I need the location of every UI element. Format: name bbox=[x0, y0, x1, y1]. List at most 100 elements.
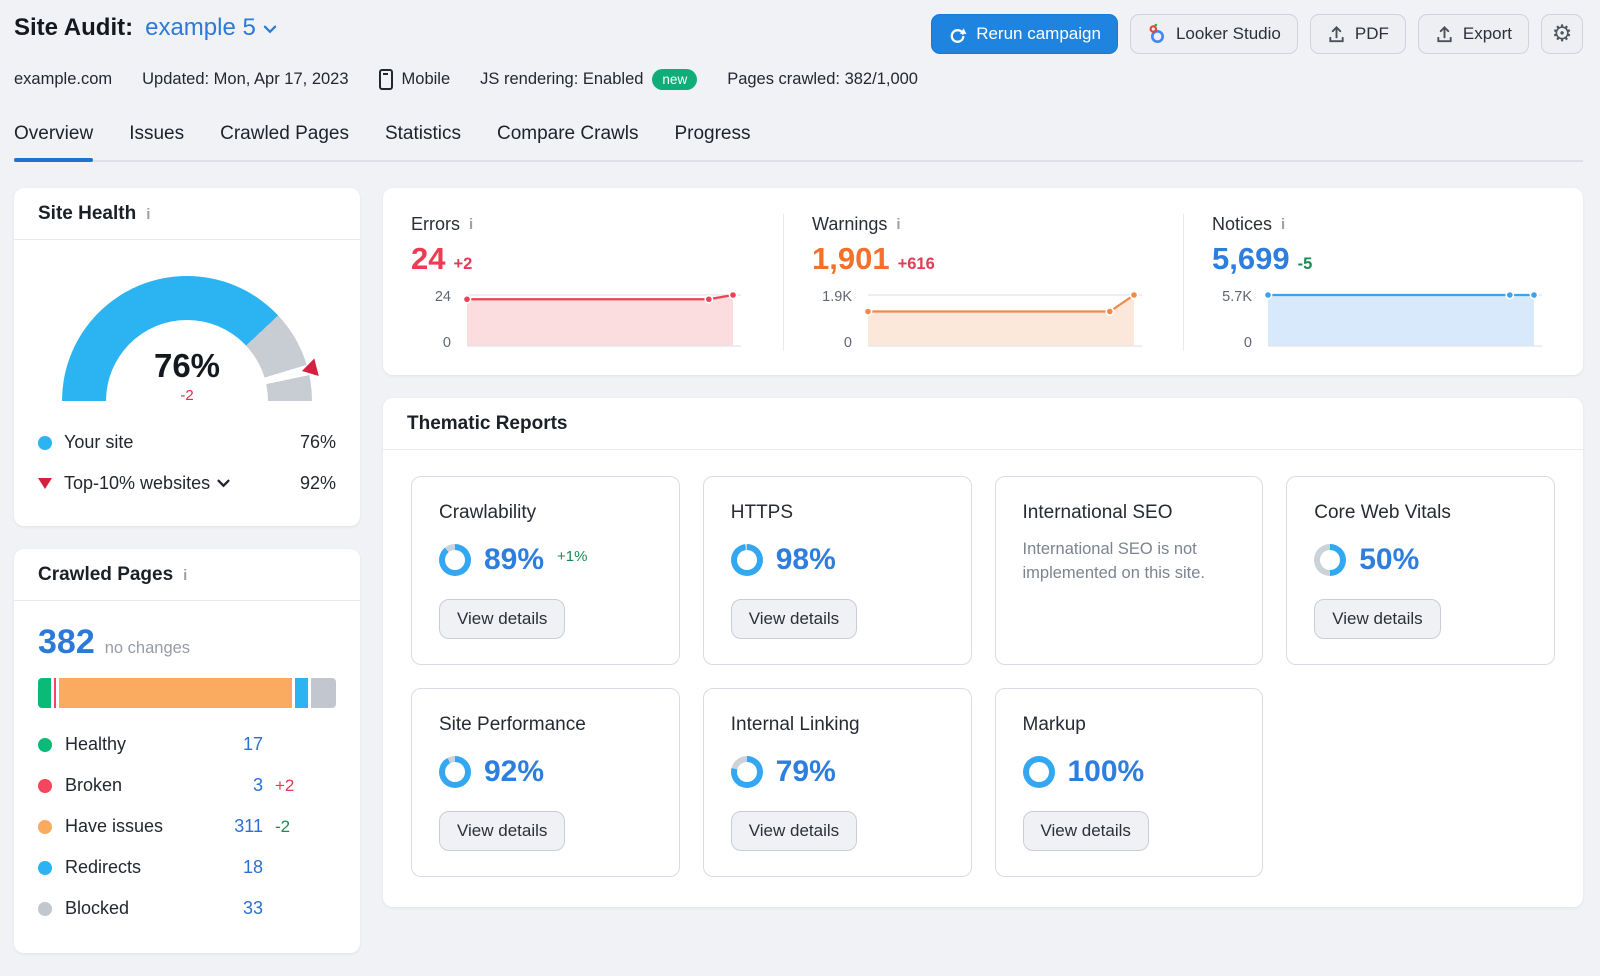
tab-bar: Overview Issues Crawled Pages Statistics… bbox=[14, 117, 1583, 162]
warnings-ymax-label: 1.9K bbox=[822, 289, 852, 305]
notices-title-row: Notices i bbox=[1212, 214, 1555, 235]
project-selector[interactable]: example 5 bbox=[145, 14, 277, 42]
thematic-reports-header: Thematic Reports bbox=[383, 398, 1583, 450]
warnings-title-row: Warnings i bbox=[812, 214, 1155, 235]
green-dot-icon bbox=[38, 737, 52, 752]
site-health-title: Site Health bbox=[38, 203, 137, 224]
https-card: HTTPS 98% View details bbox=[702, 476, 972, 665]
top10-dropdown[interactable]: Top-10% websites bbox=[64, 473, 230, 494]
new-badge: new bbox=[652, 69, 698, 90]
broken-count-link[interactable]: 3 bbox=[213, 775, 263, 796]
site-performance-card: Site Performance 92% View details bbox=[411, 688, 680, 877]
site-health-body: 76% -2 Your site 76% Top-10% websites 92… bbox=[14, 240, 360, 526]
errors-metric: Errors i 24 +2 24 0 bbox=[383, 214, 783, 351]
https-percent: 98% bbox=[775, 543, 836, 576]
updated-date: Updated: Mon, Apr 17, 2023 bbox=[142, 70, 349, 88]
crawled-bar-segment bbox=[53, 678, 56, 708]
notices-ymax-label: 5.7K bbox=[1222, 289, 1252, 305]
healthy-count-link[interactable]: 17 bbox=[213, 734, 263, 755]
crawlability-view-details-button[interactable]: View details bbox=[439, 599, 566, 639]
international-seo-card: International SEO International SEO is n… bbox=[994, 476, 1264, 665]
gauge-score: 76% -2 bbox=[42, 347, 332, 404]
markup-card: Markup 100% View details bbox=[994, 688, 1264, 877]
notices-sparkline bbox=[1263, 290, 1542, 347]
tab-overview[interactable]: Overview bbox=[14, 117, 94, 162]
markup-view-details-button[interactable]: View details bbox=[1022, 811, 1149, 851]
settings-button[interactable]: ⚙ bbox=[1541, 14, 1583, 54]
internal-linking-title: Internal Linking bbox=[730, 714, 860, 735]
site-performance-title: Site Performance bbox=[439, 714, 586, 735]
info-icon[interactable]: i bbox=[1281, 217, 1285, 232]
mobile-icon bbox=[378, 69, 393, 90]
tab-issues[interactable]: Issues bbox=[129, 117, 184, 160]
crawled-pages-legend: Healthy 17 Broken 3 +2 Have issues 311 -… bbox=[38, 724, 336, 929]
core-web-vitals-card: Core Web Vitals 50% View details bbox=[1286, 476, 1555, 665]
redirects-count-link[interactable]: 18 bbox=[213, 857, 263, 878]
crawlability-title: Crawlability bbox=[439, 502, 537, 523]
warnings-sparkline bbox=[863, 290, 1142, 347]
looker-studio-icon bbox=[1149, 23, 1164, 43]
top10-value: 92% bbox=[299, 473, 336, 493]
internal-linking-donut-icon bbox=[730, 756, 763, 788]
international-seo-title: International SEO bbox=[1022, 502, 1173, 523]
internal-linking-view-details-button[interactable]: View details bbox=[730, 811, 858, 851]
legend-row-broken: Broken 3 +2 bbox=[38, 765, 336, 806]
your-site-value: 76% bbox=[299, 432, 336, 452]
warnings-ymin-label: 0 bbox=[843, 335, 852, 351]
red-dot-icon bbox=[38, 778, 52, 793]
redirects-label: Redirects bbox=[65, 857, 142, 877]
legend-row-redirects: Redirects 18 bbox=[38, 847, 336, 888]
info-icon[interactable]: i bbox=[146, 207, 150, 222]
looker-studio-button[interactable]: Looker Studio bbox=[1129, 14, 1298, 54]
info-icon[interactable]: i bbox=[896, 217, 900, 232]
pdf-label: PDF bbox=[1354, 24, 1389, 43]
gear-icon: ⚙ bbox=[1551, 21, 1573, 47]
core-web-vitals-donut-icon bbox=[1314, 544, 1347, 576]
crawled-total-row: 382 no changes bbox=[38, 623, 336, 662]
crawlability-delta: +1% bbox=[557, 548, 588, 565]
looker-studio-label: Looker Studio bbox=[1175, 24, 1281, 43]
page-title: Site Audit: example 5 bbox=[14, 14, 277, 42]
have-issues-delta: -2 bbox=[275, 816, 291, 836]
errors-ymax-label: 24 bbox=[434, 289, 451, 305]
pages-crawled: Pages crawled: 382/1,000 bbox=[727, 70, 918, 88]
blue-dot-icon bbox=[38, 435, 52, 450]
site-health-gauge: 76% -2 bbox=[42, 266, 332, 408]
thematic-reports-title: Thematic Reports bbox=[407, 413, 568, 434]
crawled-total-note: no changes bbox=[104, 639, 191, 657]
errors-value[interactable]: 24 bbox=[411, 241, 445, 277]
gray-dot-icon bbox=[38, 901, 52, 916]
header-actions: Rerun campaign Looker Studio PDF Export … bbox=[931, 14, 1583, 54]
https-donut-icon bbox=[730, 544, 763, 576]
warnings-value[interactable]: 1,901 bbox=[812, 241, 890, 277]
core-web-vitals-view-details-button[interactable]: View details bbox=[1314, 599, 1441, 639]
orange-dot-icon bbox=[38, 819, 52, 834]
tab-progress[interactable]: Progress bbox=[674, 117, 750, 160]
internal-linking-percent: 79% bbox=[775, 755, 836, 788]
chevron-down-icon bbox=[263, 25, 277, 34]
have-issues-count-link[interactable]: 311 bbox=[213, 816, 263, 837]
https-view-details-button[interactable]: View details bbox=[730, 599, 858, 639]
info-icon[interactable]: i bbox=[183, 568, 187, 583]
blocked-label: Blocked bbox=[65, 898, 130, 918]
crawled-pages-body: 382 no changes Healthy 17 Broken 3 +2 Ha… bbox=[14, 601, 360, 953]
have-issues-label: Have issues bbox=[65, 816, 164, 836]
https-title: HTTPS bbox=[730, 502, 794, 523]
rerun-campaign-button[interactable]: Rerun campaign bbox=[931, 14, 1118, 54]
tab-statistics[interactable]: Statistics bbox=[385, 117, 461, 160]
site-health-score: 76% bbox=[153, 347, 221, 384]
errors-sparkline bbox=[462, 290, 741, 347]
tab-compare-crawls[interactable]: Compare Crawls bbox=[497, 117, 638, 160]
red-triangle-icon bbox=[38, 478, 52, 489]
tab-crawled-pages[interactable]: Crawled Pages bbox=[220, 117, 349, 160]
notices-value[interactable]: 5,699 bbox=[1212, 241, 1290, 277]
pdf-button[interactable]: PDF bbox=[1309, 14, 1406, 54]
legend-row-have-issues: Have issues 311 -2 bbox=[38, 806, 336, 847]
site-health-card: Site Health i 76% -2 Your site 76% Top-1… bbox=[14, 188, 360, 526]
export-button[interactable]: Export bbox=[1417, 14, 1529, 54]
site-performance-view-details-button[interactable]: View details bbox=[439, 811, 566, 851]
errors-title: Errors bbox=[411, 214, 460, 234]
info-icon[interactable]: i bbox=[469, 217, 473, 232]
blocked-count-link[interactable]: 33 bbox=[213, 898, 263, 919]
site-performance-percent: 92% bbox=[484, 755, 545, 788]
